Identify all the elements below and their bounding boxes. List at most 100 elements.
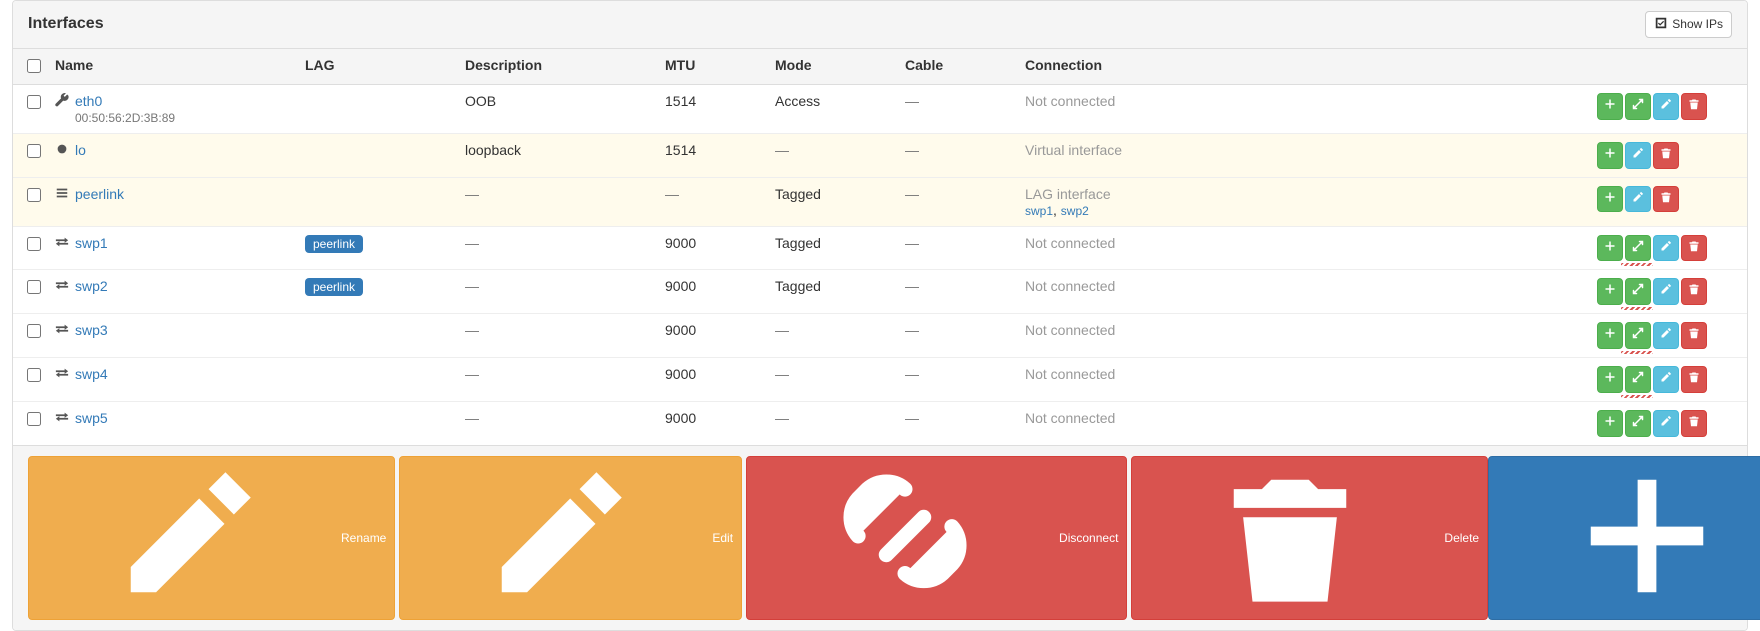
mtu-cell: 9000 — [657, 401, 767, 444]
mode-cell: Tagged — [767, 177, 897, 226]
row-add-button[interactable] — [1597, 410, 1623, 437]
connection-member-link[interactable]: swp1 — [1025, 204, 1053, 218]
interface-link[interactable]: swp3 — [75, 322, 108, 338]
pencil-icon — [37, 461, 337, 616]
table-row: swp4—9000——Not connected — [13, 357, 1747, 401]
row-add-button[interactable] — [1597, 322, 1623, 349]
row-add-button[interactable] — [1597, 186, 1623, 213]
disconnect-button[interactable]: Disconnect — [746, 456, 1127, 621]
edit-label: Edit — [712, 530, 733, 547]
plus-icon — [1604, 415, 1616, 432]
delete-button[interactable]: Delete — [1131, 456, 1488, 621]
interface-link[interactable]: swp4 — [75, 366, 108, 382]
lag-badge[interactable]: peerlink — [305, 278, 363, 296]
row-edit-button[interactable] — [1625, 186, 1651, 213]
connection-cell: Not connected — [1025, 235, 1115, 251]
trash-icon — [1688, 415, 1700, 432]
description-cell: — — [457, 357, 657, 401]
pencil-icon — [1660, 283, 1672, 300]
pencil-icon — [1660, 98, 1672, 115]
row-edit-button[interactable] — [1653, 410, 1679, 437]
row-delete-button[interactable] — [1653, 186, 1679, 213]
rename-button[interactable]: Rename — [28, 456, 395, 621]
row-connect-button[interactable] — [1625, 322, 1651, 349]
interface-link[interactable]: swp2 — [75, 278, 108, 294]
row-add-button[interactable] — [1597, 366, 1623, 393]
row-checkbox[interactable] — [27, 412, 41, 426]
interface-link[interactable]: eth0 — [75, 93, 102, 109]
mtu-cell: 1514 — [657, 133, 767, 177]
connect-icon — [1632, 240, 1644, 257]
edit-button[interactable]: Edit — [399, 456, 742, 621]
row-connect-button[interactable] — [1625, 235, 1651, 262]
row-add-button[interactable] — [1597, 278, 1623, 305]
description-cell: loopback — [457, 133, 657, 177]
row-edit-button[interactable] — [1653, 278, 1679, 305]
row-delete-button[interactable] — [1681, 366, 1707, 393]
row-checkbox[interactable] — [27, 324, 41, 338]
cable-cell: — — [897, 270, 1017, 314]
mtu-cell: 9000 — [657, 226, 767, 270]
interface-link[interactable]: swp1 — [75, 235, 108, 251]
interface-link[interactable]: swp5 — [75, 410, 108, 426]
col-name: Name — [47, 49, 297, 85]
circle-icon — [55, 142, 69, 159]
row-delete-button[interactable] — [1681, 93, 1707, 120]
row-add-button[interactable] — [1597, 235, 1623, 262]
lag-badge[interactable]: peerlink — [305, 235, 363, 253]
row-checkbox[interactable] — [27, 188, 41, 202]
row-checkbox[interactable] — [27, 280, 41, 294]
row-checkbox[interactable] — [27, 144, 41, 158]
connection-cell: LAG interface — [1025, 186, 1111, 202]
table-row: loloopback1514——Virtual interface — [13, 133, 1747, 177]
select-all-checkbox[interactable] — [27, 59, 41, 73]
interface-link[interactable]: lo — [75, 142, 86, 158]
row-add-button[interactable] — [1597, 93, 1623, 120]
mode-cell: Access — [767, 84, 897, 133]
row-edit-button[interactable] — [1653, 93, 1679, 120]
col-cable: Cable — [897, 49, 1017, 85]
connection-member-link[interactable]: swp2 — [1061, 204, 1089, 218]
cable-cell: — — [897, 226, 1017, 270]
row-checkbox[interactable] — [27, 237, 41, 251]
description-cell: — — [457, 226, 657, 270]
row-edit-button[interactable] — [1625, 142, 1651, 169]
unlink-icon — [755, 461, 1055, 616]
row-delete-button[interactable] — [1681, 278, 1707, 305]
pencil-icon — [1660, 415, 1672, 432]
bars-icon — [55, 186, 69, 203]
row-edit-button[interactable] — [1653, 366, 1679, 393]
row-edit-button[interactable] — [1653, 235, 1679, 262]
connect-icon — [1632, 98, 1644, 115]
check-square-icon — [1654, 16, 1668, 33]
description-cell: — — [457, 177, 657, 226]
plus-icon — [1604, 191, 1616, 208]
rename-label: Rename — [341, 530, 386, 547]
interface-link[interactable]: peerlink — [75, 186, 124, 202]
connection-cell: Virtual interface — [1025, 142, 1122, 158]
wrench-icon — [55, 93, 69, 110]
show-ips-button[interactable]: Show IPs — [1645, 11, 1732, 38]
row-add-button[interactable] — [1597, 142, 1623, 169]
row-edit-button[interactable] — [1653, 322, 1679, 349]
mode-cell: Tagged — [767, 226, 897, 270]
table-row: swp2peerlink—9000Tagged—Not connected — [13, 270, 1747, 314]
cable-cell: — — [897, 314, 1017, 358]
pencil-icon — [408, 461, 708, 616]
row-delete-button[interactable] — [1653, 142, 1679, 169]
add-interfaces-button[interactable]: Add interfaces — [1488, 456, 1760, 621]
row-connect-button[interactable] — [1625, 410, 1651, 437]
row-delete-button[interactable] — [1681, 410, 1707, 437]
row-checkbox[interactable] — [27, 368, 41, 382]
row-connect-button[interactable] — [1625, 93, 1651, 120]
row-connect-button[interactable] — [1625, 278, 1651, 305]
panel-heading: Interfaces Show IPs — [13, 1, 1747, 49]
row-delete-button[interactable] — [1681, 322, 1707, 349]
delete-label: Delete — [1444, 530, 1479, 547]
cable-cell: — — [897, 84, 1017, 133]
col-mode: Mode — [767, 49, 897, 85]
pencil-icon — [1632, 147, 1644, 164]
row-checkbox[interactable] — [27, 95, 41, 109]
row-delete-button[interactable] — [1681, 235, 1707, 262]
row-connect-button[interactable] — [1625, 366, 1651, 393]
